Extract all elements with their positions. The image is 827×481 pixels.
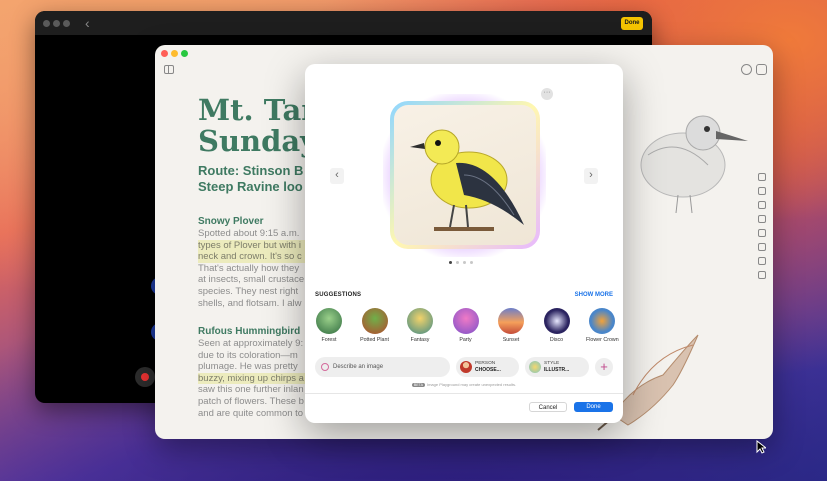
suggestion-label: Fantasy <box>410 337 430 343</box>
crop-icon[interactable] <box>758 187 766 195</box>
prompt-row: Describe an image PERSON CHOOSE... STYLE… <box>315 357 615 377</box>
suggestion-party[interactable]: Party <box>450 308 482 343</box>
note-line: Seen at approximately 9: <box>198 338 304 349</box>
page-dot[interactable] <box>449 261 452 264</box>
style-chooser-chip[interactable]: STYLE ILLUSTR... <box>525 357 589 377</box>
footer-divider <box>305 393 623 394</box>
back-window-titlebar: ‹ Done <box>35 11 652 35</box>
note-line: at insects, small crustace <box>198 274 305 286</box>
yellow-bird-image <box>410 129 524 231</box>
note-line: patch of flowers. These b <box>198 395 304 407</box>
page-dot[interactable] <box>470 261 473 264</box>
style-chip-title: STYLE <box>544 361 560 366</box>
suggestion-thumbnail <box>316 308 342 334</box>
suggestions-heading: SUGGESTIONS <box>315 292 362 298</box>
describe-placeholder: Describe an image <box>333 364 384 370</box>
disclaimer-text: BETA Image Playground may create unexpect… <box>305 382 623 387</box>
note-line: shells, and flotsam. I alw <box>198 297 302 309</box>
section-heading-hummingbird[interactable]: Rufous Hummingbird <box>198 326 300 337</box>
image-playground-dialog: ··· ‹ › SUGGESTIONS SHOW MORE Forest Pot… <box>305 64 623 423</box>
suggestion-fantasy[interactable]: Fantasy <box>404 308 436 343</box>
lasso-icon[interactable] <box>758 271 766 279</box>
person-chip-title: PERSON <box>475 361 496 366</box>
marker-icon[interactable] <box>758 243 766 251</box>
sidebar-toggle-icon[interactable] <box>164 65 174 74</box>
section-body-plover[interactable]: Spotted about 9:15 a.m. types of Plover … <box>198 228 308 309</box>
note-route[interactable]: Route: Stinson B Steep Ravine loo <box>198 163 308 195</box>
note-line: Spotted about 9:15 a.m. <box>198 228 300 239</box>
suggestion-thumbnail <box>452 308 479 334</box>
more-options-button[interactable]: ··· <box>541 88 553 100</box>
section-body-hummingbird[interactable]: Seen at approximately 9: due to its colo… <box>198 338 308 419</box>
playground-icon <box>321 363 329 371</box>
image-icon[interactable] <box>758 201 766 209</box>
eraser-icon[interactable] <box>758 257 766 265</box>
suggestion-thumbnail <box>407 308 433 334</box>
person-icon <box>460 361 472 373</box>
back-chevron-icon[interactable]: ‹ <box>85 15 90 31</box>
generated-image-frame[interactable] <box>390 101 540 249</box>
person-chip-value: CHOOSE... <box>475 367 501 373</box>
note-line: plumage. He was pretty <box>198 361 298 373</box>
plover-sketch-image <box>640 115 748 214</box>
back-done-button[interactable]: Done <box>621 17 643 30</box>
zoom-button[interactable] <box>181 50 188 57</box>
note-line: That's actually how they <box>198 262 300 274</box>
pen-icon[interactable] <box>758 215 766 223</box>
suggestion-label: Sunset <box>502 337 520 343</box>
generated-image <box>394 105 536 245</box>
format-icon[interactable] <box>758 173 766 181</box>
suggestion-forest[interactable]: Forest <box>313 308 345 343</box>
page-indicator[interactable] <box>449 261 473 264</box>
done-button[interactable]: Done <box>574 402 613 412</box>
add-button[interactable]: + <box>595 358 613 376</box>
section-heading-plover[interactable]: Snowy Plover <box>198 216 264 227</box>
minimize-dot[interactable] <box>53 20 60 27</box>
suggestion-thumbnail <box>589 308 615 334</box>
note-line: saw this one further inlan <box>198 384 304 396</box>
style-chip-value: ILLUSTR... <box>544 367 570 373</box>
note-line: and are quite common to <box>198 407 304 419</box>
suggestion-label: Potted Plant <box>360 337 389 343</box>
zoom-dot[interactable] <box>63 20 70 27</box>
page-dot[interactable] <box>463 261 466 264</box>
person-chooser-chip[interactable]: PERSON CHOOSE... <box>456 357 519 377</box>
suggestion-label: Disco <box>549 337 564 343</box>
note-line-highlighted: neck and crown. It's so c <box>198 251 308 263</box>
suggestion-thumbnail <box>543 308 570 334</box>
next-image-button[interactable]: › <box>584 168 598 184</box>
note-line-highlighted: types of Plover but with i <box>198 239 308 252</box>
suggestion-label: Forest <box>321 337 337 343</box>
suggestion-flower-crown[interactable]: Flower Crown <box>586 308 619 343</box>
suggestion-thumbnail <box>361 308 388 334</box>
note-line-highlighted: buzzy, mixing up chirps a <box>198 372 308 385</box>
page-dot[interactable] <box>456 261 459 264</box>
suggestion-label: Flower Crown <box>586 337 619 343</box>
describe-image-input[interactable]: Describe an image <box>315 357 450 377</box>
minimize-button[interactable] <box>171 50 178 57</box>
record-button[interactable] <box>135 367 155 387</box>
show-more-link[interactable]: SHOW MORE <box>575 292 613 298</box>
suggestion-thumbnail <box>498 308 524 334</box>
suggestions-row: Forest Potted Plant Fantasy Party Sunset… <box>313 308 619 343</box>
gallery-icon[interactable] <box>756 64 767 75</box>
note-line: due to its coloration—m <box>198 349 298 361</box>
share-icon[interactable] <box>741 64 752 75</box>
pencil-icon[interactable] <box>758 229 766 237</box>
suggestion-disco[interactable]: Disco <box>541 308 573 343</box>
close-dot[interactable] <box>43 20 50 27</box>
cancel-button[interactable]: Cancel <box>529 402 567 412</box>
tool-column <box>756 173 768 285</box>
note-line: species. They nest right <box>198 285 299 297</box>
suggestion-potted-plant[interactable]: Potted Plant <box>359 308 391 343</box>
beta-badge: BETA <box>411 383 425 387</box>
style-icon <box>529 361 541 373</box>
mouse-pointer-icon <box>756 440 766 454</box>
suggestion-sunset[interactable]: Sunset <box>495 308 527 343</box>
previous-image-button[interactable]: ‹ <box>330 168 344 184</box>
disclaimer-message: Image Playground may create unexpected r… <box>426 382 517 387</box>
suggestion-label: Party <box>459 337 472 343</box>
close-button[interactable] <box>161 50 168 57</box>
